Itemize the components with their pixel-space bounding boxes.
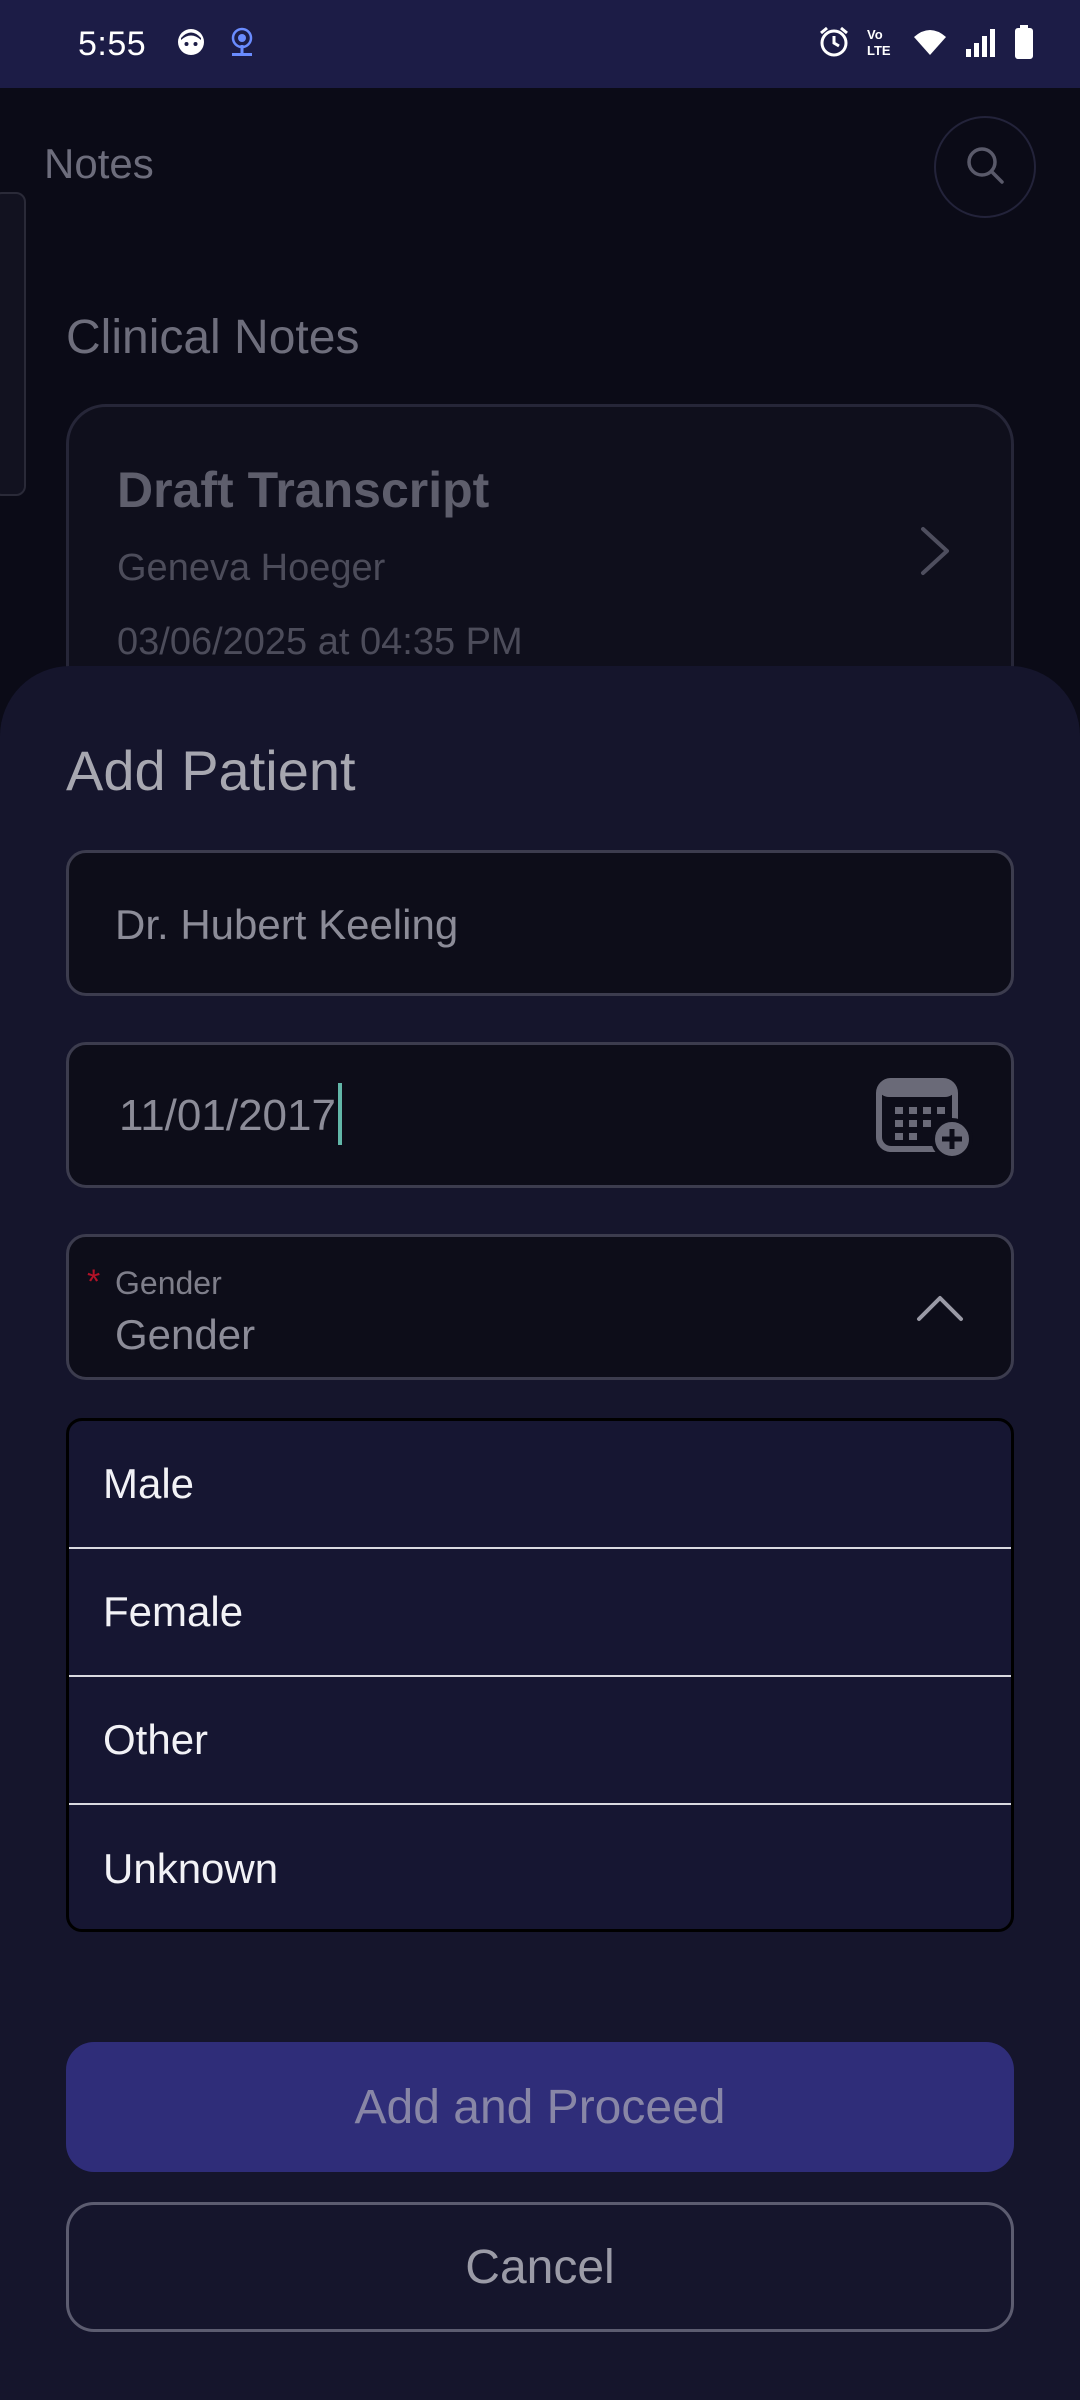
alarm-icon [818,25,850,64]
required-marker: * [87,1263,101,1301]
gender-option-unknown[interactable]: Unknown [69,1805,1011,1929]
search-button[interactable] [934,116,1036,218]
sheet-title: Add Patient [66,739,356,802]
svg-text:Vo: Vo [867,27,883,42]
status-left-icons [176,25,258,64]
gender-value: Gender [115,1311,256,1358]
patient-name-field[interactable]: Dr. Hubert Keeling [66,850,1014,996]
side-drawer-handle[interactable] [0,192,26,496]
volte-icon: Vo LTE [866,25,896,64]
page-title: Notes [44,140,154,187]
date-of-birth-text: 11/01/2017 [119,1091,336,1140]
signal-icon [964,27,998,62]
gender-option-female[interactable]: Female [69,1549,1011,1677]
patient-name-value: Dr. Hubert Keeling [115,901,459,948]
gender-select[interactable]: * Gender Gender [66,1234,1014,1380]
text-cursor [337,1083,342,1146]
calendar-add-icon[interactable] [875,1075,979,1165]
hotspot-icon [226,25,258,64]
gender-label: Gender [115,1265,222,1301]
chevron-right-icon [917,523,953,584]
status-time: 5:55 [78,24,147,63]
face-icon [176,27,206,62]
status-bar: 5:55 Vo LTE [0,0,1080,88]
svg-text:LTE: LTE [867,43,891,58]
note-card-patient: Geneva Hoeger [117,547,386,589]
date-of-birth-value: 11/01/2017 [119,1083,342,1146]
date-of-birth-field[interactable]: 11/01/2017 [66,1042,1014,1188]
battery-icon [1014,24,1034,64]
note-card-date: 03/06/2025 at 04:35 PM [117,621,523,663]
gender-dropdown: Male Female Other Unknown [66,1418,1014,1932]
gender-option-other[interactable]: Other [69,1677,1011,1805]
add-and-proceed-button[interactable]: Add and Proceed [66,2042,1014,2172]
section-title: Clinical Notes [66,311,360,364]
gender-option-male[interactable]: Male [69,1421,1011,1549]
wifi-icon [912,27,948,62]
add-patient-sheet: Add Patient Dr. Hubert Keeling 11/01/201… [0,666,1080,2400]
cancel-button[interactable]: Cancel [66,2202,1014,2332]
note-card-title: Draft Transcript [117,462,490,518]
status-right-icons: Vo LTE [818,24,1034,64]
search-icon [963,143,1007,192]
chevron-up-icon[interactable] [915,1291,965,1330]
